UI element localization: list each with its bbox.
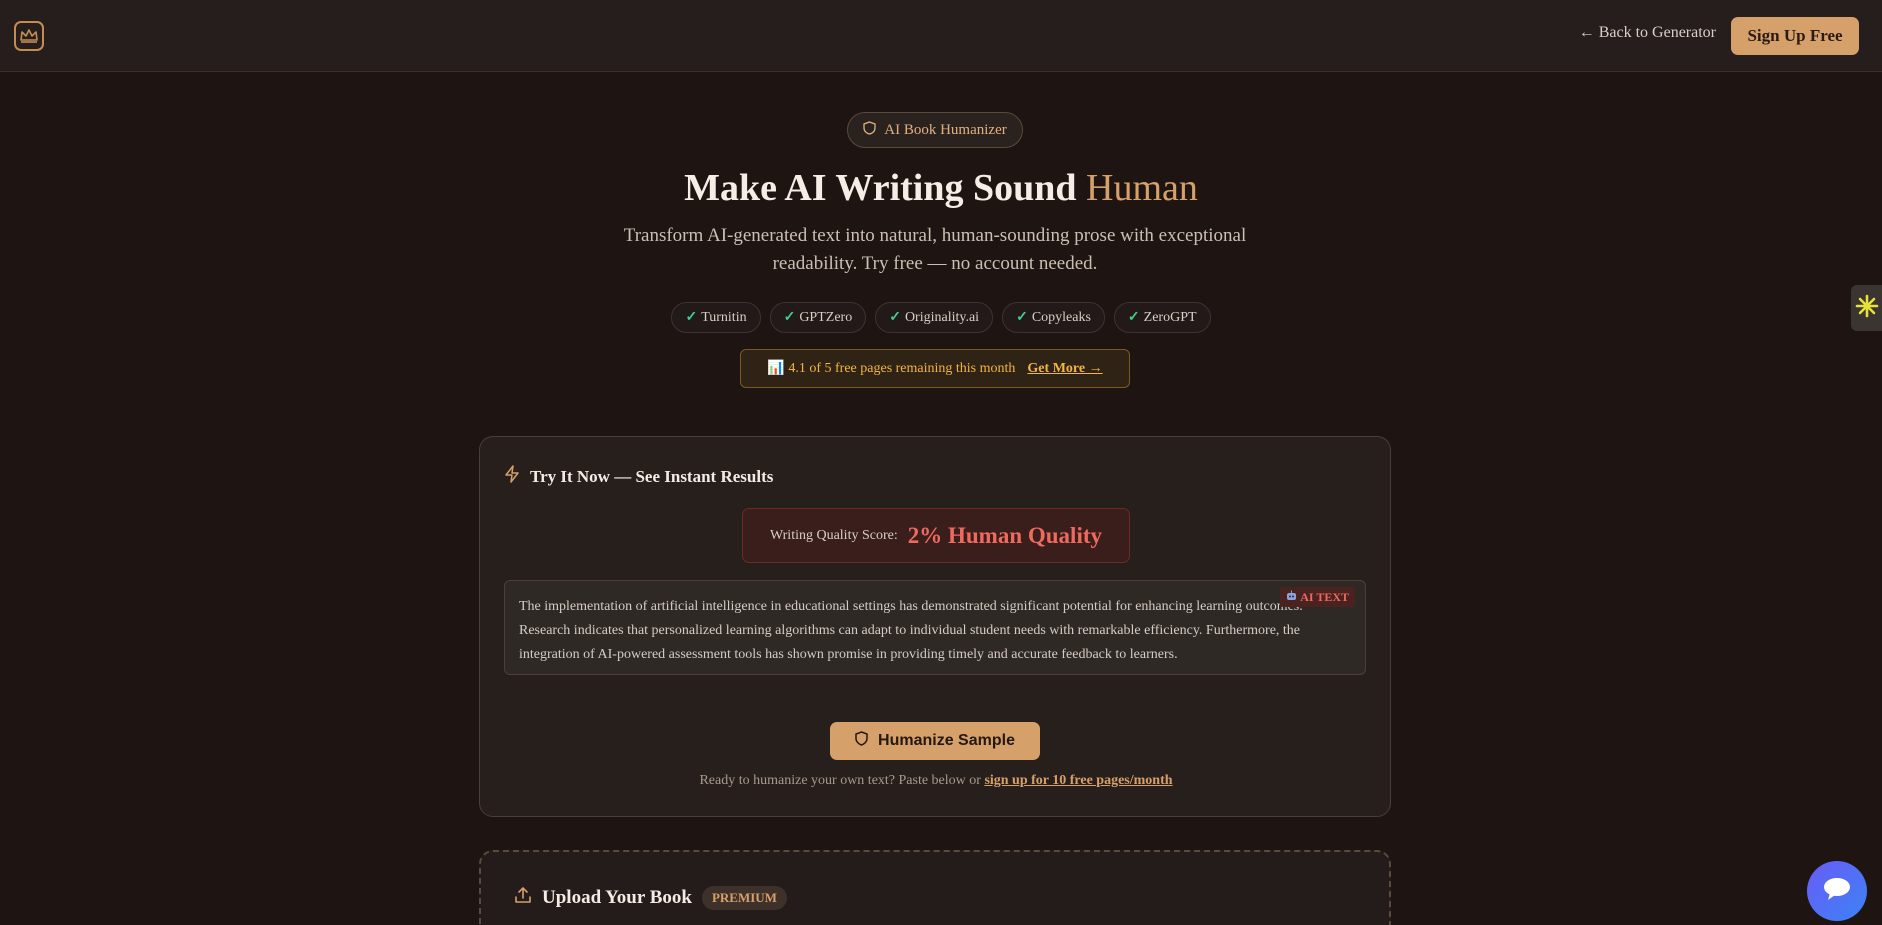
shield-icon xyxy=(855,731,868,751)
title-main: Make AI Writing Sound xyxy=(684,167,1087,209)
check-icon: ✓ xyxy=(685,310,698,325)
upload-icon xyxy=(514,886,532,910)
detector-gptzero: ✓ GPTZero xyxy=(769,302,867,333)
upload-book-card[interactable]: Upload Your Book PREMIUM xyxy=(479,850,1391,925)
detector-label: ZeroGPT xyxy=(1143,309,1197,325)
humanize-sample-button[interactable]: Humanize Sample xyxy=(830,722,1040,760)
score-label: Writing Quality Score: xyxy=(769,527,898,543)
sample-text-box[interactable]: The implementation of artificial intelli… xyxy=(504,580,1366,675)
side-asterisk-widget[interactable] xyxy=(1851,285,1882,331)
asterisk-icon xyxy=(1855,294,1879,323)
robot-icon xyxy=(1286,585,1297,609)
signup-cta: Ready to humanize your own text? Paste b… xyxy=(480,773,1392,789)
detector-copyleaks: ✓ Copyleaks xyxy=(1002,302,1105,333)
detector-turnitin: ✓ Turnitin xyxy=(671,302,761,333)
chat-widget-button[interactable] xyxy=(1807,861,1867,921)
ai-badge-label: AI TEXT xyxy=(1300,590,1349,604)
try-it-title: Try It Now — See Instant Results xyxy=(504,465,773,488)
check-icon: ✓ xyxy=(1016,310,1028,325)
score-value: 2% Human Quality xyxy=(907,522,1102,548)
upload-title: Upload Your Book PREMIUM xyxy=(514,886,787,910)
try-it-card: Try It Now — See Instant Results Writing… xyxy=(479,436,1391,817)
page-title: Make AI Writing Sound Human xyxy=(0,166,1882,210)
page-subtitle: Transform AI-generated text into natural… xyxy=(623,225,1247,274)
detector-list: ✓ Turnitin ✓ GPTZero ✓ Originality.ai ✓ … xyxy=(0,302,1882,333)
cta-text: Ready to humanize your own text? Paste b… xyxy=(699,773,985,788)
upload-title-label: Upload Your Book xyxy=(542,887,692,908)
ai-book-humanizer-pill: AI Book Humanizer xyxy=(847,112,1023,148)
get-more-link[interactable]: Get More → xyxy=(1027,361,1102,377)
pill-label: AI Book Humanizer xyxy=(884,121,1007,138)
writing-quality-score: Writing Quality Score: 2% Human Quality xyxy=(742,508,1130,563)
detector-label: Copyleaks xyxy=(1031,309,1091,325)
sample-text: The implementation of artificial intelli… xyxy=(519,599,1303,662)
detector-label: Turnitin xyxy=(701,309,747,325)
shield-icon xyxy=(863,120,876,140)
chat-bubble-icon xyxy=(1822,876,1852,907)
humanize-label: Humanize Sample xyxy=(878,732,1015,749)
try-it-title-label: Try It Now — See Instant Results xyxy=(530,466,774,486)
top-bar: ← Back to Generator Sign Up Free xyxy=(0,0,1882,72)
signup-free-pages-link[interactable]: sign up for 10 free pages/month xyxy=(984,773,1172,788)
detector-originality: ✓ Originality.ai xyxy=(875,302,994,333)
check-icon: ✓ xyxy=(889,310,901,325)
check-icon: ✓ xyxy=(1127,310,1140,325)
title-accent: Human xyxy=(1086,167,1198,209)
detector-label: Originality.ai xyxy=(904,309,980,325)
premium-badge: PREMIUM xyxy=(701,886,787,910)
logo-crown-icon[interactable] xyxy=(14,21,44,51)
detector-zerogpt: ✓ ZeroGPT xyxy=(1113,302,1211,333)
free-pages-quota-banner: 📊 4.1 of 5 free pages remaining this mon… xyxy=(740,349,1130,388)
check-icon: ✓ xyxy=(783,310,796,325)
sign-up-button[interactable]: Sign Up Free xyxy=(1731,17,1859,55)
quota-text: 📊 4.1 of 5 free pages remaining this mon… xyxy=(767,361,1016,376)
ai-text-badge: AI TEXT xyxy=(1280,587,1355,607)
lightning-icon xyxy=(504,465,520,488)
back-to-generator-link[interactable]: ← Back to Generator xyxy=(1579,24,1716,42)
detector-label: GPTZero xyxy=(799,309,853,325)
